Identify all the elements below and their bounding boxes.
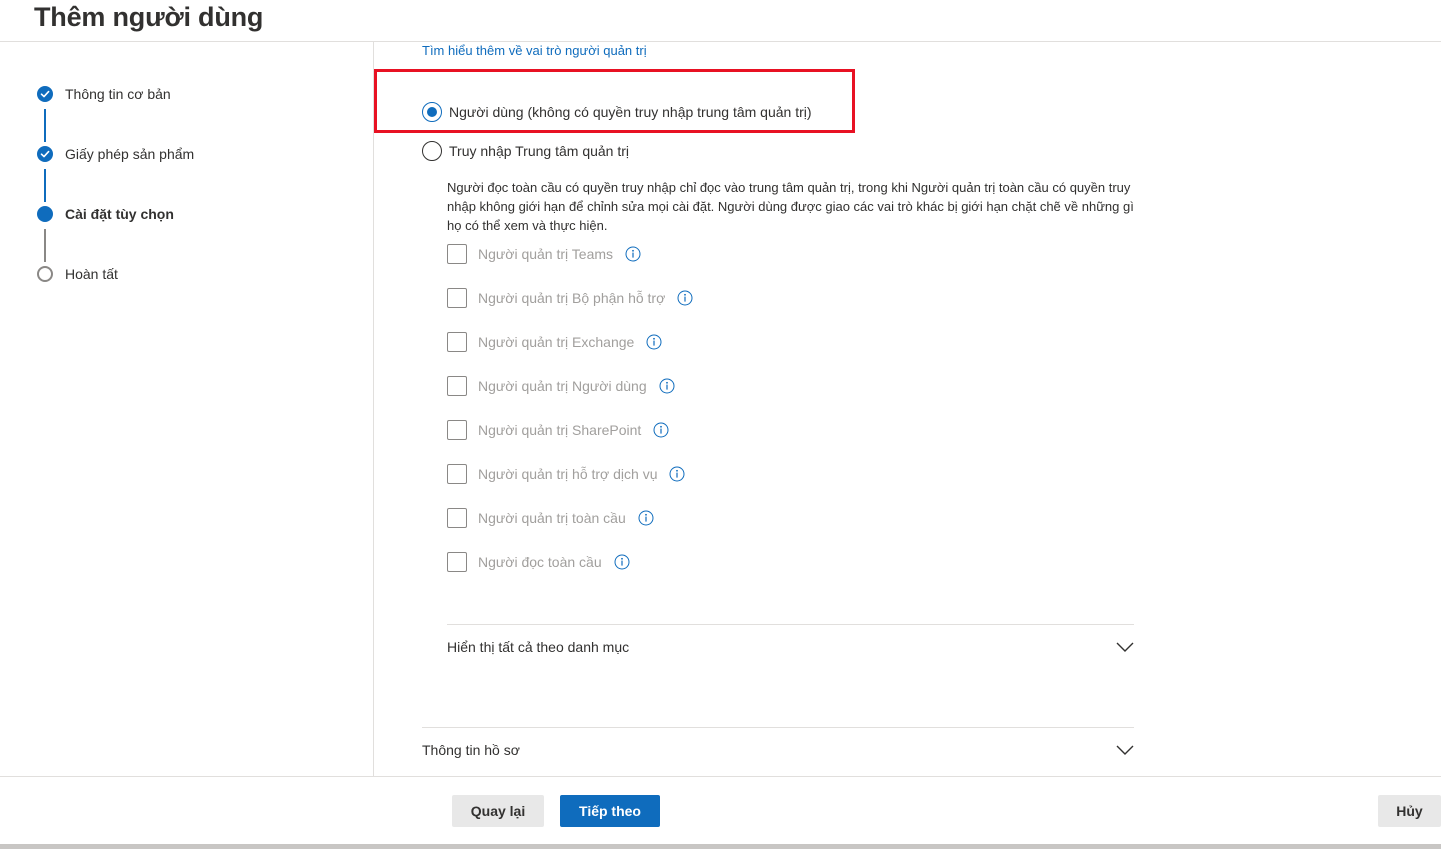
check-icon [37, 146, 53, 162]
step-label: Hoàn tất [65, 266, 118, 282]
checkbox[interactable] [447, 552, 467, 572]
checkbox-sharepoint-admin[interactable]: Người quản trị SharePoint [447, 420, 669, 440]
horizontal-scrollbar[interactable] [0, 844, 1441, 849]
page-title: Thêm người dùng [34, 2, 264, 32]
radio-label: Người dùng (không có quyền truy nhập tru… [449, 104, 812, 120]
radio-button[interactable] [422, 141, 442, 161]
checkbox-service-support-admin[interactable]: Người quản trị hỗ trợ dịch vụ [447, 464, 685, 484]
checkbox-global-reader[interactable]: Người đọc toàn cầu [447, 552, 630, 572]
info-icon[interactable] [625, 246, 641, 262]
checkbox[interactable] [447, 420, 467, 440]
info-icon[interactable] [669, 466, 685, 482]
radio-admin-center-access[interactable]: Truy nhập Trung tâm quản trị [422, 141, 629, 161]
chevron-down-icon[interactable] [1116, 745, 1134, 755]
check-icon [37, 86, 53, 102]
checkbox-teams-admin[interactable]: Người quản trị Teams [447, 244, 641, 264]
radio-label: Truy nhập Trung tâm quản trị [449, 143, 630, 159]
learn-more-admin-roles-link[interactable]: Tìm hiểu thêm về vai trò người quản trị [422, 43, 647, 58]
wizard-footer: Quay lại Tiếp theo Hủy [0, 776, 1441, 849]
step-basic-info[interactable]: Thông tin cơ bản [37, 84, 171, 104]
chevron-down-icon[interactable] [1116, 642, 1134, 652]
main-content: Tìm hiểu thêm về vai trò người quản trị … [374, 42, 1441, 776]
empty-circle-icon [37, 266, 53, 282]
checkbox-label: Người quản trị Người dùng [478, 378, 647, 394]
checkbox-exchange-admin[interactable]: Người quản trị Exchange [447, 332, 662, 352]
info-icon[interactable] [653, 422, 669, 438]
divider [422, 727, 1134, 728]
info-icon[interactable] [614, 554, 630, 570]
step-label: Giấy phép sản phẩm [65, 146, 195, 162]
step-connector [44, 169, 46, 202]
add-user-wizard: Thêm người dùng Thông tin cơ bản Giấy ph… [0, 0, 1441, 849]
checkbox[interactable] [447, 332, 467, 352]
cancel-button[interactable]: Hủy [1378, 795, 1441, 827]
info-icon[interactable] [659, 378, 675, 394]
wizard-stepper: Thông tin cơ bản Giấy phép sản phẩm Cài … [0, 42, 374, 776]
info-icon[interactable] [677, 290, 693, 306]
radio-button-selected[interactable] [422, 102, 442, 122]
step-optional-settings[interactable]: Cài đặt tùy chọn [37, 204, 174, 224]
step-finish[interactable]: Hoàn tất [37, 264, 118, 284]
info-icon[interactable] [646, 334, 662, 350]
step-connector [44, 109, 46, 142]
back-button[interactable]: Quay lại [452, 795, 544, 827]
divider [447, 624, 1134, 625]
step-product-license[interactable]: Giấy phép sản phẩm [37, 144, 194, 164]
checkbox-label: Người quản trị Exchange [478, 334, 635, 350]
checkbox-label: Người quản trị Bộ phận hỗ trợ [478, 290, 666, 306]
checkbox-global-admin[interactable]: Người quản trị toàn cầu [447, 508, 654, 528]
admin-role-description: Người đọc toàn cầu có quyền truy nhập ch… [447, 180, 1134, 233]
step-connector [44, 229, 46, 262]
show-all-by-category-expander[interactable]: Hiển thị tất cả theo danh mục [447, 636, 1134, 658]
checkbox[interactable] [447, 508, 467, 528]
checkbox[interactable] [447, 376, 467, 396]
radio-user-no-admin[interactable]: Người dùng (không có quyền truy nhập tru… [422, 102, 812, 122]
step-label: Thông tin cơ bản [65, 86, 171, 102]
checkbox-label: Người quản trị hỗ trợ dịch vụ [478, 466, 658, 482]
checkbox-label: Người quản trị Teams [478, 246, 614, 262]
page-header: Thêm người dùng [0, 0, 1441, 42]
next-button[interactable]: Tiếp theo [560, 795, 660, 827]
info-icon[interactable] [638, 510, 654, 526]
expander-label: Hiển thị tất cả theo danh mục [447, 639, 630, 655]
checkbox-label: Người quản trị toàn cầu [478, 510, 626, 526]
checkbox-user-admin[interactable]: Người quản trị Người dùng [447, 376, 675, 396]
profile-info-expander[interactable]: Thông tin hồ sơ [422, 739, 1134, 761]
checkbox[interactable] [447, 464, 467, 484]
checkbox[interactable] [447, 244, 467, 264]
current-step-icon [37, 206, 53, 222]
expander-label: Thông tin hồ sơ [422, 742, 520, 758]
highlight-annotation-box [374, 69, 855, 133]
checkbox[interactable] [447, 288, 467, 308]
checkbox-label: Người quản trị SharePoint [478, 422, 642, 438]
checkbox-label: Người đọc toàn cầu [478, 554, 602, 570]
step-label: Cài đặt tùy chọn [65, 206, 174, 222]
checkbox-helpdesk-admin[interactable]: Người quản trị Bộ phận hỗ trợ [447, 288, 693, 308]
